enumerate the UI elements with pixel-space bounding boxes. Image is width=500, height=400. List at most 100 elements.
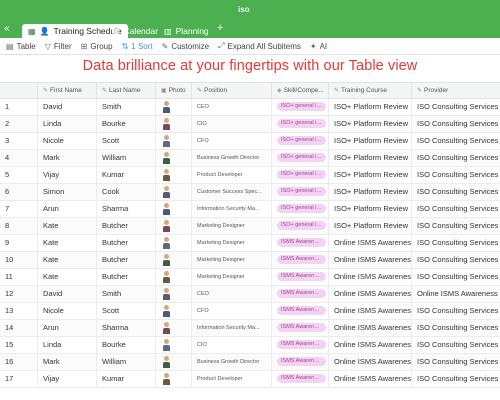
cell-position[interactable]: Business Growth Director	[192, 354, 272, 370]
cell-position[interactable]: Information Security Ma...	[192, 320, 272, 336]
cell-skill[interactable]: ISO+ general in...	[272, 218, 329, 234]
cell-training-course[interactable]: Online ISMS Awareness	[329, 320, 412, 336]
cell-skill[interactable]: ISMS Awareness	[272, 286, 329, 302]
cell-provider[interactable]: ISO Consulting Services	[412, 354, 500, 370]
cell-last-name[interactable]: Smith	[97, 286, 156, 302]
cell-provider[interactable]: ISO Consulting Services	[412, 337, 500, 353]
cell-provider[interactable]: ISO Consulting Services	[412, 269, 500, 285]
cell-position[interactable]: Customer Success Spec...	[192, 184, 272, 200]
table-row[interactable]: 4 Mark William Business Growth Director ISO+…	[0, 150, 500, 167]
cell-position[interactable]: Marketing Designer	[192, 218, 272, 234]
cell-first-name[interactable]: Simon	[38, 184, 97, 200]
sort-button[interactable]: ⇅ 1 Sort	[122, 42, 153, 51]
table-view-button[interactable]: ▤ Table	[6, 42, 36, 51]
cell-first-name[interactable]: Vijay	[38, 371, 97, 387]
table-row[interactable]: 15 Linda Bourke CIO ISMS Awareness Online ISM…	[0, 337, 500, 354]
table-row[interactable]: 12 David Smith CEO ISMS Awareness Online ISMS…	[0, 286, 500, 303]
cell-first-name[interactable]: Nicole	[38, 303, 97, 319]
table-row[interactable]: 5 Vijay Kumar Product Developer ISO+ general…	[0, 167, 500, 184]
table-row[interactable]: 2 Linda Bourke CIO ISO+ general in... ISO+ Pl…	[0, 116, 500, 133]
expand-all-subitems-button[interactable]: ⤢ Expand All Subitems	[218, 41, 301, 51]
table-row[interactable]: 7 Arun Sharma Information Security Ma... ISO…	[0, 201, 500, 218]
cell-photo[interactable]	[156, 354, 192, 370]
add-tab-icon[interactable]: +	[217, 22, 223, 34]
table-row[interactable]: 16 Mark William Business Growth Director ISM…	[0, 354, 500, 371]
cell-provider[interactable]: ISO Consulting Services	[412, 235, 500, 251]
cell-photo[interactable]	[156, 133, 192, 149]
cell-photo[interactable]	[156, 150, 192, 166]
cell-position[interactable]: CEO	[192, 286, 272, 302]
cell-position[interactable]: CFO	[192, 303, 272, 319]
cell-provider[interactable]: ISO Consulting Services	[412, 201, 500, 217]
cell-skill[interactable]: ISMS Awareness	[272, 252, 329, 268]
cell-first-name[interactable]: Kate	[38, 269, 97, 285]
cell-position[interactable]: Marketing Designer	[192, 269, 272, 285]
cell-provider[interactable]: ISO Consulting Services	[412, 150, 500, 166]
cell-provider[interactable]: ISO Consulting Services	[412, 133, 500, 149]
table-row[interactable]: 9 Kate Butcher Marketing Designer ISMS Aware…	[0, 235, 500, 252]
table-row[interactable]: 17 Vijay Kumar Product Developer ISMS Awaren…	[0, 371, 500, 388]
cell-skill[interactable]: ISO+ general in...	[272, 167, 329, 183]
table-row[interactable]: 3 Nicole Scott CFO ISO+ general in... ISO+ Pl…	[0, 133, 500, 150]
cell-first-name[interactable]: Arun	[38, 201, 97, 217]
cell-provider[interactable]: Online ISMS Awareness	[412, 286, 500, 302]
cell-skill[interactable]: ISO+ general in...	[272, 99, 329, 115]
cell-last-name[interactable]: William	[97, 354, 156, 370]
cell-first-name[interactable]: David	[38, 286, 97, 302]
cell-training-course[interactable]: Online ISMS Awareness	[329, 286, 412, 302]
cell-provider[interactable]: ISO Consulting Services	[412, 252, 500, 268]
cell-photo[interactable]	[156, 286, 192, 302]
table-row[interactable]: 13 Nicole Scott CFO ISMS Awareness Online ISM…	[0, 303, 500, 320]
cell-position[interactable]: CIO	[192, 116, 272, 132]
cell-last-name[interactable]: Kumar	[97, 167, 156, 183]
cell-first-name[interactable]: Kate	[38, 252, 97, 268]
cell-first-name[interactable]: Kate	[38, 218, 97, 234]
cell-position[interactable]: Product Developer	[192, 167, 272, 183]
cell-photo[interactable]	[156, 371, 192, 387]
cell-photo[interactable]	[156, 252, 192, 268]
cell-position[interactable]: CIO	[192, 337, 272, 353]
cell-last-name[interactable]: Smith	[97, 99, 156, 115]
cell-last-name[interactable]: William	[97, 150, 156, 166]
cell-provider[interactable]: ISO Consulting Services	[412, 218, 500, 234]
cell-skill[interactable]: ISO+ general in...	[272, 201, 329, 217]
cell-last-name[interactable]: Scott	[97, 303, 156, 319]
cell-photo[interactable]	[156, 218, 192, 234]
table-row[interactable]: 8 Kate Butcher Marketing Designer ISO+ gener…	[0, 218, 500, 235]
table-row[interactable]: 6 Simon Cook Customer Success Spec... ISO+ g…	[0, 184, 500, 201]
cell-skill[interactable]: ISO+ general in...	[272, 133, 329, 149]
cell-last-name[interactable]: Butcher	[97, 235, 156, 251]
cell-photo[interactable]	[156, 235, 192, 251]
customize-button[interactable]: ✎ Customize	[162, 42, 210, 51]
cell-skill[interactable]: ISO+ general in...	[272, 184, 329, 200]
cell-last-name[interactable]: Bourke	[97, 116, 156, 132]
cell-training-course[interactable]: ISO+ Platform Review	[329, 167, 412, 183]
cell-training-course[interactable]: ISO+ Platform Review	[329, 150, 412, 166]
cell-first-name[interactable]: Arun	[38, 320, 97, 336]
cell-training-course[interactable]: Online ISMS Awareness	[329, 252, 412, 268]
cell-photo[interactable]	[156, 99, 192, 115]
cell-training-course[interactable]: ISO+ Platform Review	[329, 201, 412, 217]
ai-button[interactable]: ✦ AI	[310, 42, 327, 51]
cell-photo[interactable]	[156, 303, 192, 319]
cell-provider[interactable]: ISO Consulting Services	[412, 167, 500, 183]
cell-first-name[interactable]: Mark	[38, 150, 97, 166]
group-button[interactable]: ⊞ Group	[81, 42, 113, 51]
cell-skill[interactable]: ISMS Awareness	[272, 320, 329, 336]
cell-last-name[interactable]: Butcher	[97, 218, 156, 234]
cell-position[interactable]: Information Security Ma...	[192, 201, 272, 217]
cell-photo[interactable]	[156, 320, 192, 336]
cell-training-course[interactable]: ISO+ Platform Review	[329, 116, 412, 132]
cell-training-course[interactable]: Online ISMS Awareness	[329, 371, 412, 387]
cell-first-name[interactable]: Mark	[38, 354, 97, 370]
column-header-last-name[interactable]: ✎ Last Name	[97, 83, 156, 99]
cell-training-course[interactable]: Online ISMS Awareness	[329, 354, 412, 370]
cell-training-course[interactable]: Online ISMS Awareness	[329, 303, 412, 319]
column-header-training-course[interactable]: ✎ Training Course	[329, 83, 412, 99]
cell-first-name[interactable]: Linda	[38, 337, 97, 353]
cell-skill[interactable]: ISMS Awareness	[272, 354, 329, 370]
column-header-provider[interactable]: ✎ Provider	[412, 83, 500, 99]
cell-photo[interactable]	[156, 184, 192, 200]
cell-position[interactable]: Marketing Designer	[192, 235, 272, 251]
table-row[interactable]: 14 Arun Sharma Information Security Ma... IS…	[0, 320, 500, 337]
